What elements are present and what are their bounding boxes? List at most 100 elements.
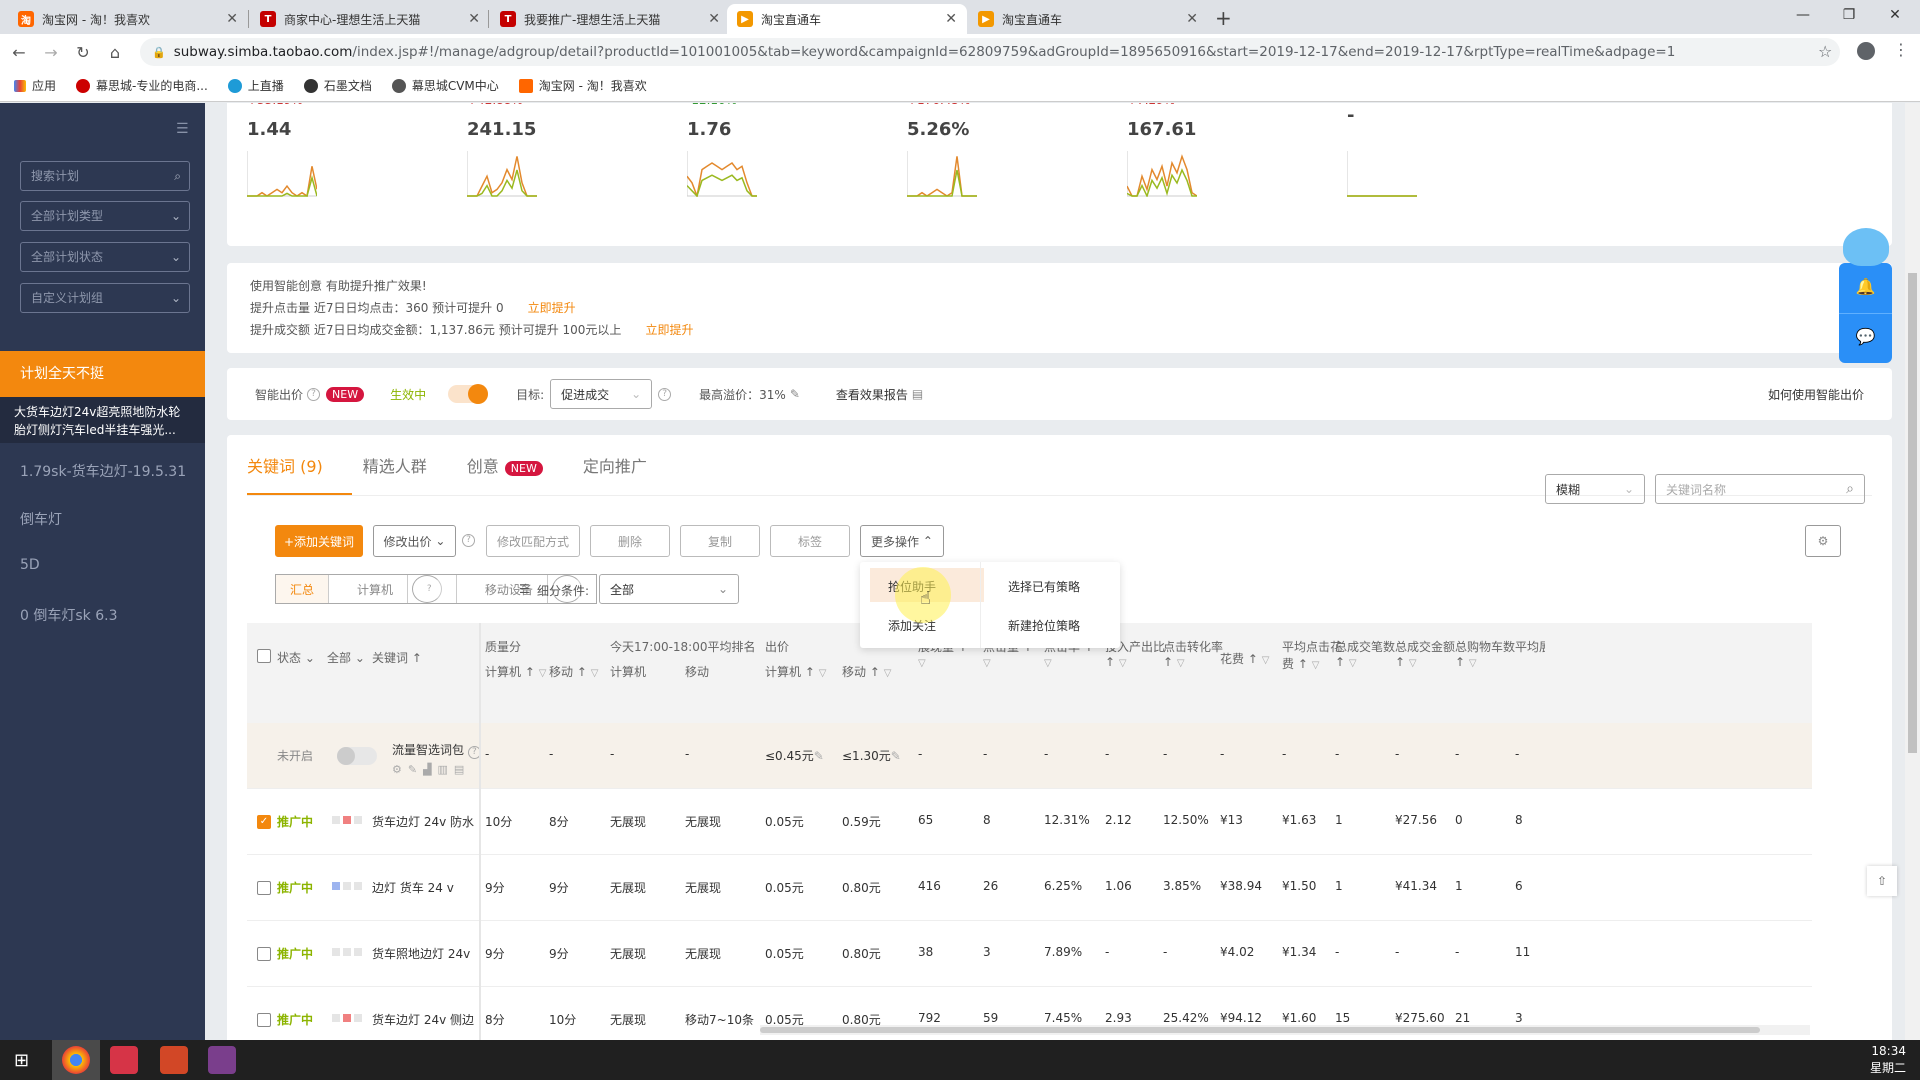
- keyword-search-input[interactable]: 关键词名称 ⌕: [1655, 474, 1865, 504]
- close-tab-icon[interactable]: ✕: [708, 11, 720, 27]
- filter-icon[interactable]: ▽: [819, 668, 827, 679]
- segment-summary[interactable]: 汇总: [276, 575, 330, 603]
- sidebar-plan-active[interactable]: 计划全天不挺: [0, 351, 205, 397]
- browser-tab-ztc[interactable]: ▶ 淘宝直通车 ✕: [968, 4, 1208, 34]
- filter-icon[interactable]: ▽: [1469, 658, 1477, 669]
- xmind-icon[interactable]: [110, 1046, 138, 1074]
- header-cpc[interactable]: 平均点击花费 ↑ ▽: [1282, 638, 1342, 672]
- improve-clicks-link[interactable]: 立即提升: [528, 301, 576, 315]
- tab-creative[interactable]: 创意 NEW: [467, 453, 543, 477]
- menu-item-new-strategy[interactable]: 新建抢位策略: [1008, 617, 1080, 634]
- breakdown-select[interactable]: 全部 ⌄: [599, 574, 739, 604]
- tab-targeting[interactable]: 定向推广: [583, 453, 647, 477]
- close-window-icon[interactable]: ✕: [1872, 0, 1918, 30]
- row-checkbox[interactable]: [257, 881, 271, 895]
- delete-button[interactable]: 删除: [590, 525, 670, 557]
- help-icon[interactable]: ?: [462, 534, 475, 547]
- reload-icon[interactable]: ↻: [70, 43, 96, 62]
- row-keyword[interactable]: 边灯 货车 24 v: [372, 879, 454, 896]
- package-mobile-bid[interactable]: ≤1.30元✎: [842, 747, 901, 764]
- close-tab-icon[interactable]: ✕: [1186, 11, 1198, 27]
- browser-tab-promote[interactable]: T 我要推广-理想生活上天猫 ✕: [490, 4, 730, 34]
- filter-icon[interactable]: ▽: [884, 668, 892, 679]
- header-avg-rank[interactable]: 平均展现排名: [1515, 638, 1545, 655]
- header-keyword[interactable]: 关键词 ↑: [372, 649, 422, 666]
- plan-status-select[interactable]: 全部计划状态 ⌄: [20, 242, 190, 272]
- help-icon[interactable]: ?: [411, 575, 442, 603]
- edit-pencil-icon[interactable]: ✎: [814, 749, 824, 763]
- row-tag-squares[interactable]: [332, 1011, 365, 1025]
- header-bid-mobile[interactable]: 移动 ↑ ▽: [842, 663, 891, 680]
- windows-start-icon[interactable]: ⊞: [14, 1050, 29, 1071]
- filter-icon[interactable]: ▽: [1409, 658, 1417, 669]
- row-keyword[interactable]: 货车边灯 24v 侧边: [372, 1011, 474, 1028]
- header-orders[interactable]: 总成交笔数 ↑ ▽: [1335, 638, 1395, 669]
- filter-icon[interactable]: ▽: [983, 658, 991, 669]
- powerpoint-icon[interactable]: [160, 1046, 188, 1074]
- search-icon[interactable]: ⌕: [1846, 481, 1854, 497]
- filter-icon[interactable]: ▽: [1044, 658, 1052, 669]
- chrome-icon[interactable]: [62, 1046, 90, 1074]
- chat-icon[interactable]: 💬: [1839, 327, 1892, 346]
- browser-tab-merchant[interactable]: T 商家中心-理想生活上天猫 ✕: [250, 4, 490, 34]
- bookmark-live[interactable]: 上直播: [227, 77, 284, 94]
- bell-icon[interactable]: 🔔: [1839, 277, 1892, 296]
- filter-icon[interactable]: ▽: [539, 668, 547, 679]
- close-tab-icon[interactable]: ✕: [945, 11, 957, 27]
- modify-bid-button[interactable]: 修改出价 ⌄: [373, 525, 456, 557]
- browser-tab-taobao[interactable]: 淘 淘宝网 - 淘！我喜欢 ✕: [8, 4, 248, 34]
- profile-avatar-icon[interactable]: [1857, 42, 1875, 60]
- row-checkbox[interactable]: ✓: [257, 815, 271, 829]
- bookmark-musicheng[interactable]: 幕思城-专业的电商...: [76, 77, 208, 94]
- row-keyword[interactable]: 货车边灯 24v 防水 超亮: [372, 813, 477, 830]
- row-checkbox[interactable]: [257, 947, 271, 961]
- row-tag-squares[interactable]: [332, 945, 365, 959]
- cell-b-pc[interactable]: 0.05元: [765, 813, 804, 830]
- help-icon[interactable]: ?: [307, 387, 321, 401]
- add-keyword-button[interactable]: +添加关键词: [275, 525, 363, 557]
- help-icon[interactable]: ?: [658, 387, 672, 401]
- restore-icon[interactable]: ❐: [1826, 0, 1872, 30]
- header-gmv[interactable]: 总成交金额 ↑ ▽: [1395, 638, 1455, 669]
- tab-audiences[interactable]: 精选人群: [363, 453, 427, 477]
- goal-select[interactable]: 促进成交 ⌄: [550, 379, 653, 409]
- howto-smart-bid-link[interactable]: 如何使用智能出价: [1768, 386, 1864, 403]
- elephant-mascot-icon[interactable]: [1843, 228, 1889, 266]
- package-pc-bid[interactable]: ≤0.45元✎: [765, 747, 824, 764]
- copy-button[interactable]: 复制: [680, 525, 760, 557]
- cell-b-pc[interactable]: 0.05元: [765, 945, 804, 962]
- row-tag-squares[interactable]: [332, 879, 365, 893]
- cell-b-pc[interactable]: 0.05元: [765, 879, 804, 896]
- new-tab-button[interactable]: +: [1215, 6, 1232, 30]
- sidebar-plan-item[interactable]: 0 倒车灯sk 6.3: [20, 605, 117, 625]
- header-quality-mobile[interactable]: 移动 ↑ ▽: [549, 663, 598, 680]
- header-all[interactable]: 全部 ⌄: [327, 649, 365, 666]
- tag-button[interactable]: 标签: [770, 525, 850, 557]
- plan-type-select[interactable]: 全部计划类型 ⌄: [20, 201, 190, 231]
- sidebar-adgroup-selected[interactable]: 大货车边灯24v超亮照地防水轮胎灯侧灯汽车led半挂车强光...: [0, 397, 205, 443]
- row-keyword[interactable]: 货车照地边灯 24v: [372, 945, 470, 962]
- search-icon[interactable]: ⌕: [174, 162, 181, 190]
- screen-recorder-icon[interactable]: [208, 1046, 236, 1074]
- row-tag-squares[interactable]: [332, 813, 365, 827]
- segment-pc[interactable]: 计算机 ?: [329, 575, 457, 603]
- table-horizontal-scrollbar[interactable]: [760, 1025, 1810, 1035]
- page-scrollbar[interactable]: [1905, 103, 1920, 1040]
- match-mode-select[interactable]: 模糊 ⌄: [1545, 474, 1645, 504]
- edit-pencil-icon[interactable]: ✎: [891, 749, 901, 763]
- select-all-checkbox[interactable]: [257, 649, 271, 663]
- menu-item-select-strategy[interactable]: 选择已有策略: [1008, 578, 1080, 595]
- close-tab-icon[interactable]: ✕: [226, 11, 238, 27]
- filter-icon[interactable]: ▽: [1349, 658, 1357, 669]
- home-icon[interactable]: ⌂: [102, 43, 128, 62]
- cell-b-m[interactable]: 0.59元: [842, 813, 881, 830]
- bookmark-cvm[interactable]: 幕思城CVM中心: [391, 77, 499, 94]
- browser-tab-ztc-active[interactable]: ▶ 淘宝直通车 ✕: [727, 4, 967, 34]
- minimize-icon[interactable]: —: [1780, 0, 1826, 30]
- row-checkbox[interactable]: [257, 1013, 271, 1027]
- sidebar-plan-item[interactable]: 1.79sk-货车边灯-19.5.31: [20, 461, 186, 481]
- back-to-top-icon[interactable]: ⇧: [1867, 866, 1897, 896]
- smart-bid-toggle[interactable]: [448, 384, 489, 404]
- bookmark-taobao[interactable]: 淘宝网 - 淘！我喜欢: [518, 77, 647, 94]
- plan-group-select[interactable]: 自定义计划组 ⌄: [20, 283, 190, 313]
